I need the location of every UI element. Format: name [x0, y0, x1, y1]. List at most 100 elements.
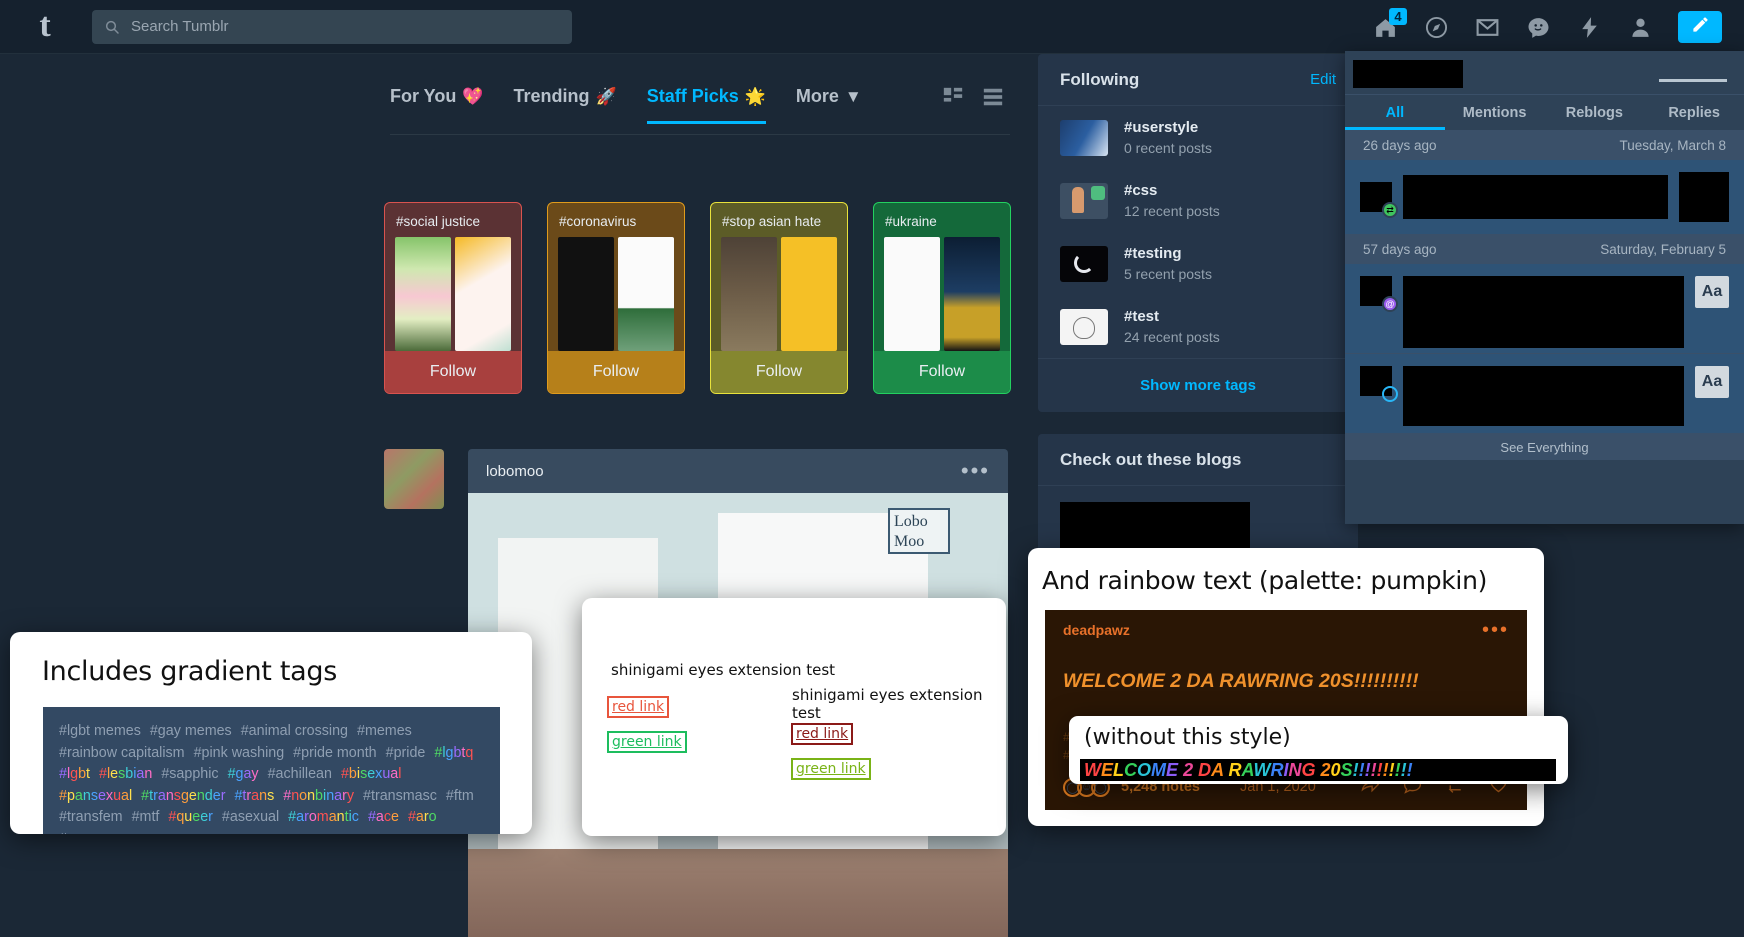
post-tag[interactable]: #memes	[357, 721, 412, 743]
post-tag[interactable]: #transgender	[141, 786, 225, 808]
see-everything-link[interactable]: See Everything	[1345, 434, 1744, 460]
tag-card-coronavirus[interactable]: #coronavirus Follow	[547, 202, 685, 394]
notification-item[interactable]: @ Aa	[1345, 264, 1744, 354]
notif-absolute-date: Saturday, February 5	[1600, 242, 1726, 257]
post-tag[interactable]: #asexual	[222, 807, 279, 829]
post-tag[interactable]: #ace	[368, 807, 399, 829]
person-icon[interactable]	[1627, 14, 1653, 40]
following-panel-title: Following	[1060, 69, 1140, 89]
green-link-right[interactable]: green link	[791, 758, 871, 780]
tag-post-count: 5 recent posts	[1124, 266, 1212, 282]
post-menu-icon[interactable]: •••	[961, 460, 990, 482]
post-tag[interactable]: #transfem	[59, 807, 123, 829]
compose-post-button[interactable]	[1678, 11, 1722, 43]
post-tag[interactable]: #ftm	[446, 786, 474, 808]
compass-icon[interactable]	[1423, 14, 1449, 40]
post-tag[interactable]: #lgbt	[59, 764, 90, 786]
red-link-left[interactable]: red link	[607, 696, 670, 718]
post-tag[interactable]: #pride month	[293, 743, 376, 765]
tag-card-follow-button[interactable]: Follow	[711, 351, 847, 393]
post-tag[interactable]: #rainbow capitalism	[59, 743, 185, 765]
deadpawz-post-menu-icon[interactable]: •••	[1482, 620, 1509, 640]
post-username[interactable]: lobomoo	[486, 463, 544, 480]
post-tag[interactable]: #lesbian	[99, 764, 152, 786]
tab-more[interactable]: More ▼	[796, 86, 862, 121]
deadpawz-username[interactable]: deadpawz	[1063, 622, 1130, 638]
post-tag[interactable]: #transmasc	[363, 786, 437, 808]
tag-card-ukraine[interactable]: #ukraine Follow	[873, 202, 1011, 394]
search-input[interactable]	[131, 18, 560, 35]
tag-name: #testing	[1124, 245, 1182, 262]
envelope-icon[interactable]	[1474, 14, 1500, 40]
list-view-icon[interactable]	[982, 86, 1004, 108]
post-tag[interactable]: #queer	[168, 807, 213, 829]
post-tag[interactable]: #sapphic	[161, 764, 218, 786]
notif-avatar	[1360, 366, 1398, 402]
post-tag[interactable]: #gay	[228, 764, 259, 786]
home-icon[interactable]: 4	[1372, 8, 1407, 40]
tag-card-follow-button[interactable]: Follow	[548, 351, 684, 393]
notification-item[interactable]: Aa	[1345, 354, 1744, 434]
tumblr-logo-icon[interactable]: t	[30, 8, 60, 43]
post-tag[interactable]: #bisexual	[341, 764, 401, 786]
following-item-testing[interactable]: #testing 5 recent posts	[1038, 232, 1358, 295]
notif-tab-all[interactable]: All	[1345, 95, 1445, 130]
post-tag[interactable]: #lgbtq	[434, 743, 473, 765]
notif-tab-replies[interactable]: Replies	[1644, 95, 1744, 130]
post-tag[interactable]: #mtf	[132, 807, 160, 829]
following-item-userstyle[interactable]: #userstyle 0 recent posts	[1038, 106, 1358, 169]
green-link-left[interactable]: green link	[607, 731, 687, 753]
post-tag[interactable]: #animal crossing	[241, 721, 348, 743]
tag-card-follow-button[interactable]: Follow	[874, 351, 1010, 393]
tab-staff-picks-label: Staff Picks	[646, 86, 739, 106]
top-navigation-bar: t 4	[0, 0, 1744, 54]
tab-staff-picks[interactable]: Staff Picks 🌟	[646, 86, 766, 124]
redacted-blog-name	[1353, 60, 1463, 88]
notif-tab-mentions[interactable]: Mentions	[1445, 95, 1545, 130]
tag-card-social-justice[interactable]: #social justice Follow	[384, 202, 522, 394]
tab-for-you[interactable]: For You 💖	[390, 86, 484, 121]
post-tag[interactable]: #aromantic	[288, 807, 359, 829]
post-tag[interactable]: #aroace	[59, 829, 111, 835]
redacted-notification-text	[1403, 175, 1668, 219]
tab-trending-label: Trending	[513, 86, 590, 106]
tag-card-follow-button[interactable]: Follow	[385, 351, 521, 393]
tag-card-title: #stop asian hate	[722, 214, 822, 229]
show-more-tags-link[interactable]: Show more tags	[1140, 377, 1256, 394]
tag-card-stop-asian-hate[interactable]: #stop asian hate Follow	[710, 202, 848, 394]
lightning-bolt-icon[interactable]	[1576, 14, 1602, 40]
post-tag[interactable]: #trans	[234, 786, 274, 808]
chevron-down-icon: ▼	[844, 87, 862, 106]
notif-tab-reblogs[interactable]: Reblogs	[1545, 95, 1645, 130]
preview-image	[884, 237, 940, 351]
post-tag[interactable]: #nonbinary	[283, 786, 354, 808]
reblog-badge-icon: ⇄	[1382, 202, 1398, 218]
search-bar[interactable]	[92, 9, 572, 44]
tag-name: #userstyle	[1124, 119, 1199, 136]
following-item-css[interactable]: #css 12 recent posts	[1038, 169, 1358, 232]
red-link-right[interactable]: red link	[791, 723, 854, 745]
notif-date-group-header: 26 days ago Tuesday, March 8	[1345, 131, 1744, 160]
notif-avatar: @	[1360, 276, 1398, 312]
post-author-avatar[interactable]	[384, 449, 444, 509]
post-tag[interactable]: #gay memes	[150, 721, 232, 743]
tag-thumbnail	[1060, 245, 1108, 282]
notif-relative-time: 57 days ago	[1363, 242, 1437, 257]
tag-post-count: 12 recent posts	[1124, 203, 1220, 219]
tag-post-count: 24 recent posts	[1124, 329, 1220, 345]
tab-trending[interactable]: Trending 🚀	[514, 86, 617, 121]
post-tag[interactable]: #pink washing	[194, 743, 285, 765]
post-tag[interactable]: #lgbt memes	[59, 721, 141, 743]
post-tag[interactable]: #achillean	[268, 764, 332, 786]
gradient-tags-popup: Includes gradient tags #lgbt memes #gay m…	[10, 632, 532, 834]
following-item-test[interactable]: #test 24 recent posts	[1038, 295, 1358, 358]
tag-card-row: #social justice Follow #coronavirus Foll…	[384, 202, 1011, 394]
tag-line: #pansexual #transgender #trans #nonbinary #t…	[59, 786, 484, 808]
post-tag[interactable]: #pride	[386, 743, 426, 765]
post-tag[interactable]: #pansexual	[59, 786, 132, 808]
following-edit-link[interactable]: Edit	[1310, 71, 1336, 88]
chat-smiley-icon[interactable]	[1525, 14, 1551, 40]
grid-view-icon[interactable]	[942, 86, 964, 108]
post-tag[interactable]: #aro	[408, 807, 437, 829]
notification-item[interactable]: ⇄	[1345, 160, 1744, 235]
